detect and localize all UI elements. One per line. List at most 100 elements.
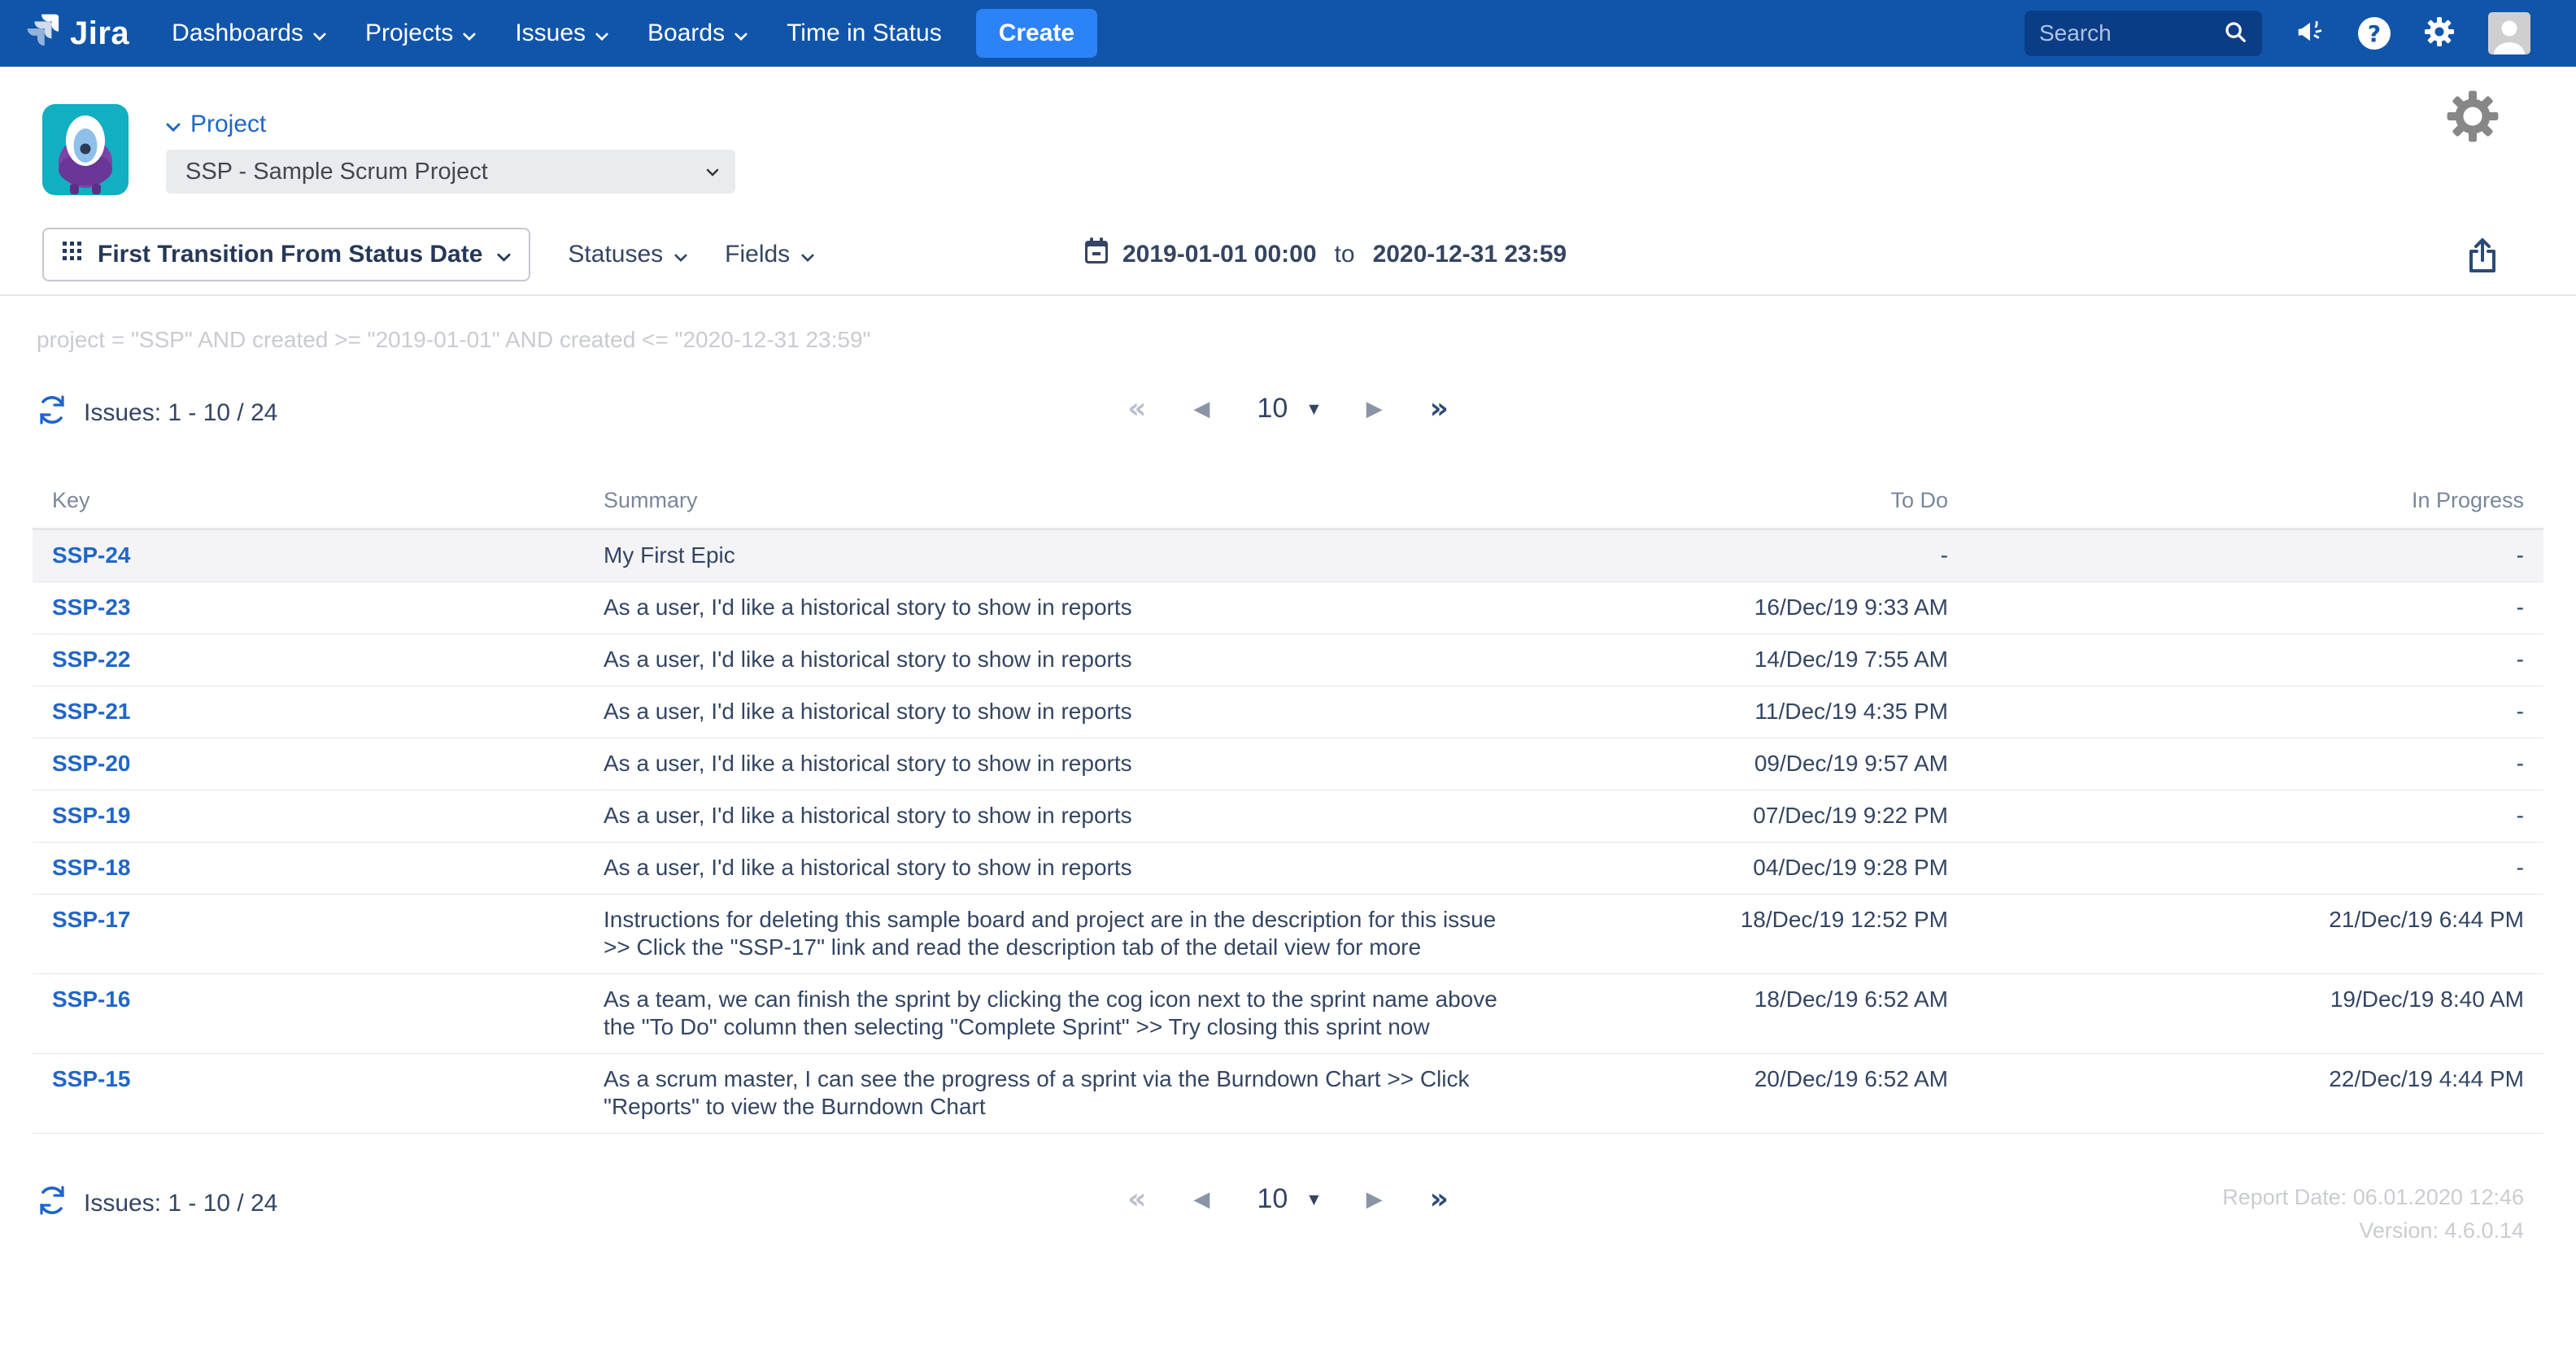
pager-last-button[interactable]: »: [1430, 1182, 1449, 1216]
column-header-key[interactable]: Key: [52, 488, 604, 513]
pager-next-button[interactable]: ▶: [1366, 397, 1383, 421]
nav-item-time-in-status[interactable]: Time in Status: [787, 20, 942, 47]
date-to-value[interactable]: 2020-12-31 23:59: [1373, 241, 1567, 268]
date-range: 2019-01-01 00:00 to 2020-12-31 23:59: [1083, 237, 1567, 272]
bottom-toolbar: Issues: 1 - 10 / 24 « ◀ 10▼ ▶ » Report Date:…: [0, 1181, 2576, 1278]
nav-item-boards[interactable]: Boards: [647, 20, 748, 47]
table-row: SSP-19As a user, I'd like a historical s…: [33, 790, 2543, 843]
statuses-dropdown[interactable]: Statuses: [568, 241, 687, 268]
nav-gear-icon[interactable]: [2423, 15, 2456, 52]
in-progress-cell: 22/Dec/19 4:44 PM: [1948, 1065, 2524, 1093]
todo-cell: 20/Dec/19 6:52 AM: [1531, 1065, 1948, 1093]
top-toolbar: Issues: 1 - 10 / 24 « ◀ 10▼ ▶ »: [0, 390, 2576, 442]
page-size-select[interactable]: 10▼: [1257, 1183, 1319, 1215]
search-input[interactable]: [2039, 20, 2210, 46]
announcements-icon[interactable]: [2295, 16, 2325, 51]
todo-cell: 16/Dec/19 9:33 AM: [1531, 594, 1948, 621]
pager-prev-button[interactable]: ◀: [1193, 397, 1210, 421]
table-row: SSP-23As a user, I'd like a historical s…: [33, 582, 2543, 634]
chevron-down-icon: [463, 20, 476, 47]
issue-key-link[interactable]: SSP-15: [52, 1066, 131, 1091]
pager-first-button[interactable]: «: [1127, 392, 1146, 425]
report-date-label: Report Date: 06.01.2020 12:46: [2222, 1181, 2524, 1214]
chevron-down-icon: [313, 20, 326, 47]
search-icon[interactable]: [2223, 20, 2247, 48]
export-icon[interactable]: [2465, 236, 2500, 279]
nav-item-issues[interactable]: Issues: [515, 20, 608, 47]
fields-dropdown[interactable]: Fields: [725, 241, 814, 268]
issue-key-link[interactable]: SSP-17: [52, 907, 131, 932]
grid-icon: [62, 241, 83, 268]
table-row: SSP-16As a team, we can finish the sprin…: [33, 974, 2543, 1054]
column-header-summary[interactable]: Summary: [604, 488, 1531, 513]
summary-cell: As a user, I'd like a historical story t…: [604, 854, 1519, 882]
key-cell: SSP-18: [52, 854, 604, 882]
chevron-down-icon: [166, 111, 181, 138]
issues-count-label: Issues: 1 - 10 / 24: [84, 399, 277, 427]
date-from-value[interactable]: 2019-01-01 00:00: [1122, 241, 1317, 268]
table-row: SSP-24My First Epic--: [33, 530, 2543, 582]
refresh-icon[interactable]: [37, 394, 68, 433]
issue-key-link[interactable]: SSP-16: [52, 986, 131, 1012]
issue-key-link[interactable]: SSP-18: [52, 855, 131, 880]
in-progress-cell: -: [1948, 542, 2524, 569]
page-size-select[interactable]: 10▼: [1257, 393, 1319, 425]
table-row: SSP-22 As a user, I'd like a historical s…: [33, 634, 2543, 686]
summary-cell: As a user, I'd like a historical story t…: [604, 646, 1519, 673]
chevron-down-icon: [734, 20, 748, 47]
todo-cell: 07/Dec/19 9:22 PM: [1531, 802, 1948, 830]
issues-table: Key Summary To Do In Progress SSP-24 My F…: [33, 478, 2543, 1134]
issue-key-link[interactable]: SSP-21: [52, 699, 131, 724]
nav-item-label: Issues: [515, 20, 586, 47]
project-section-toggle[interactable]: Project: [166, 111, 735, 138]
nav-right: ?: [2025, 11, 2530, 56]
summary-cell: As a scrum master, I can see the progres…: [604, 1065, 1519, 1121]
summary-cell: My First Epic: [604, 542, 1519, 569]
in-progress-cell: 21/Dec/19 6:44 PM: [1948, 906, 2524, 934]
issues-count-label: Issues: 1 - 10 / 24: [84, 1190, 277, 1217]
nav-item-dashboards[interactable]: Dashboards: [172, 20, 326, 47]
pager-first-button[interactable]: «: [1127, 1182, 1146, 1216]
report-type-label: First Transition From Status Date: [98, 241, 482, 268]
help-icon[interactable]: ?: [2358, 17, 2391, 50]
issue-key-link[interactable]: SSP-20: [52, 751, 131, 776]
brand-label: Jira: [70, 15, 129, 52]
pager-prev-button[interactable]: ◀: [1193, 1187, 1210, 1212]
project-select[interactable]: SSP - Sample Scrum Project: [166, 150, 735, 194]
pager-last-button[interactable]: »: [1430, 392, 1449, 425]
calendar-icon[interactable]: [1083, 237, 1109, 272]
report-settings-gear-icon[interactable]: [2446, 89, 2500, 147]
nav-item-label: Time in Status: [787, 20, 942, 47]
pager-next-button[interactable]: ▶: [1366, 1187, 1383, 1212]
report-type-dropdown[interactable]: First Transition From Status Date: [42, 228, 530, 281]
column-header-todo[interactable]: To Do: [1531, 488, 1948, 513]
todo-cell: 11/Dec/19 4:35 PM: [1531, 698, 1948, 725]
issue-key-link[interactable]: SSP-24: [52, 542, 131, 568]
nav-item-label: Projects: [365, 20, 453, 47]
issue-key-link[interactable]: SSP-23: [52, 594, 131, 620]
nav-menu: Dashboards Projects Issues Boards Time in St…: [172, 20, 942, 47]
jql-query-text: project = "SSP" AND created >= "2019-01-…: [37, 327, 2576, 353]
summary-cell: As a user, I'd like a historical story t…: [604, 698, 1519, 725]
jira-brand[interactable]: Jira: [24, 11, 129, 55]
issue-key-link[interactable]: SSP-22: [52, 647, 131, 672]
nav-item-label: Dashboards: [172, 20, 303, 47]
todo-cell: 18/Dec/19 12:52 PM: [1531, 906, 1948, 934]
column-header-in-progress[interactable]: In Progress: [1948, 488, 2524, 513]
top-nav: Jira Dashboards Projects Issues Boards Time …: [0, 0, 2576, 67]
in-progress-cell: -: [1948, 698, 2524, 725]
version-label: Version: 4.6.0.14: [2222, 1214, 2524, 1248]
key-cell: SSP-24: [52, 542, 604, 569]
create-button[interactable]: Create: [976, 9, 1097, 58]
todo-cell: -: [1531, 542, 1948, 569]
statuses-label: Statuses: [568, 241, 663, 268]
nav-item-projects[interactable]: Projects: [365, 20, 476, 47]
project-avatar-icon: [42, 104, 129, 195]
issue-key-link[interactable]: SSP-19: [52, 803, 131, 828]
search-box[interactable]: [2025, 11, 2262, 56]
fields-label: Fields: [725, 241, 790, 268]
in-progress-cell: -: [1948, 750, 2524, 777]
summary-cell: As a user, I'd like a historical story t…: [604, 750, 1519, 777]
user-avatar[interactable]: [2488, 12, 2530, 54]
refresh-icon[interactable]: [37, 1184, 68, 1223]
